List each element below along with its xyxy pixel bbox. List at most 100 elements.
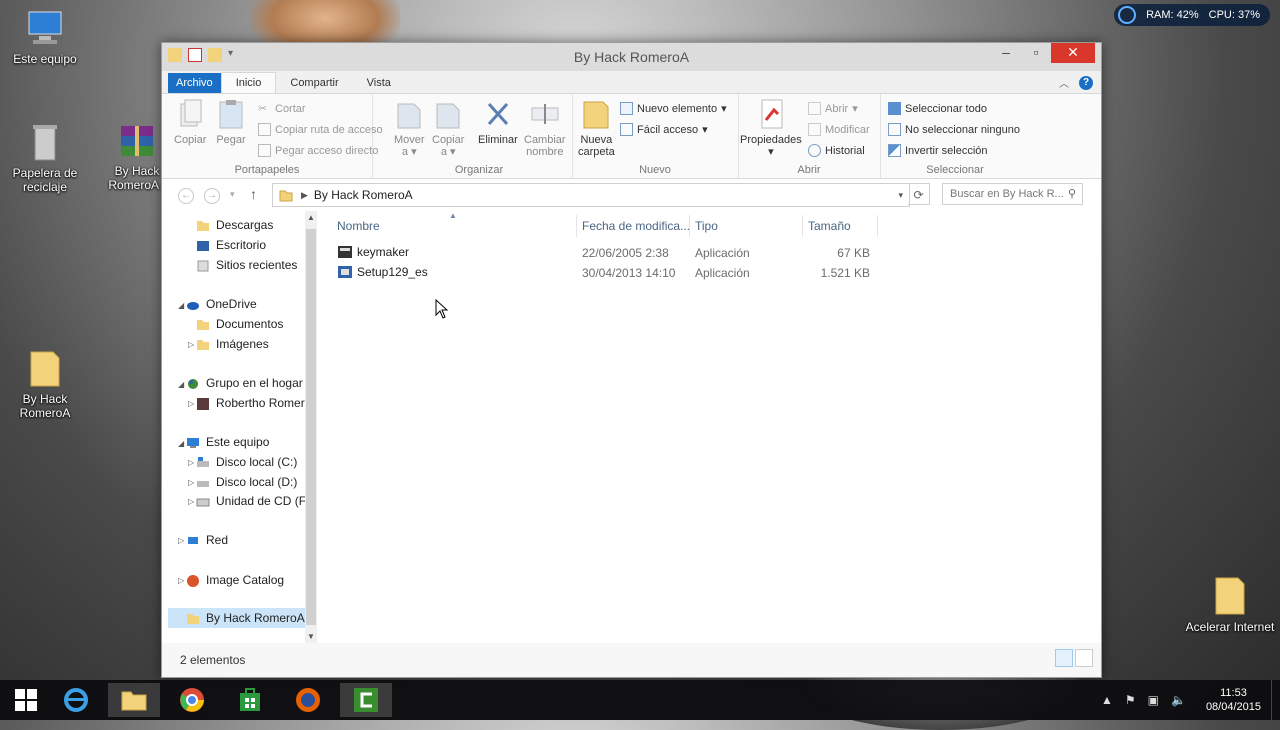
refresh-button[interactable]: ⟳ — [908, 183, 930, 205]
collapse-triangle-icon[interactable]: ▷ — [178, 536, 184, 545]
taskbar-file-explorer[interactable] — [108, 683, 160, 717]
chevron-up-icon[interactable]: ▲ — [1101, 693, 1113, 707]
invert-selection-button[interactable]: Invertir selección — [888, 144, 988, 157]
nav-item-by-hack-romeroa[interactable]: By Hack RomeroA — [168, 608, 305, 628]
history-button[interactable]: Historial — [808, 144, 865, 157]
maximize-button[interactable]: ▫ — [1021, 43, 1051, 63]
desktop-icon-este-equipo[interactable]: Este equipo — [0, 10, 90, 66]
forward-button[interactable]: → — [204, 188, 220, 204]
scroll-down-icon[interactable]: ▼ — [307, 632, 315, 641]
paste-button[interactable]: Pegar — [216, 98, 246, 146]
column-header-nombre[interactable]: Nombre — [337, 219, 380, 233]
new-item-button[interactable]: Nuevo elemento ▾ — [620, 102, 727, 115]
taskbar-internet-explorer[interactable] — [50, 683, 102, 717]
column-header-fecha[interactable]: Fecha de modifica... — [582, 219, 690, 233]
tab-vista[interactable]: Vista — [353, 73, 405, 93]
nav-item-imagenes[interactable]: Imágenes — [196, 337, 269, 351]
select-none-button[interactable]: No seleccionar ninguno — [888, 123, 1020, 136]
address-row: ← → ▾ ↑ ▶ By Hack RomeroA ▾ ⟳ Buscar en … — [162, 179, 1101, 211]
nav-scrollbar[interactable]: ▲ ▼ — [305, 211, 317, 643]
copy-button[interactable]: Copiar — [174, 98, 206, 146]
column-separator[interactable] — [576, 215, 577, 237]
nav-item-image-catalog[interactable]: Image Catalog — [186, 573, 284, 587]
scrollbar-thumb[interactable] — [306, 229, 316, 625]
taskbar-chrome[interactable] — [166, 683, 218, 717]
move-to-button[interactable]: Mover a ▾ — [394, 98, 425, 158]
details-view-button[interactable] — [1055, 649, 1073, 667]
taskbar-firefox[interactable] — [282, 683, 334, 717]
up-arrow-icon[interactable]: ↑ — [250, 186, 257, 202]
close-button[interactable]: ✕ — [1051, 43, 1095, 63]
back-button[interactable]: ← — [178, 188, 194, 204]
nav-item-sitios-recientes[interactable]: Sitios recientes — [196, 258, 297, 272]
select-all-button[interactable]: Seleccionar todo — [888, 102, 987, 115]
tab-inicio[interactable]: Inicio — [220, 72, 277, 93]
collapse-triangle-icon[interactable]: ▷ — [188, 340, 194, 349]
ribbon-tabs: Archivo Inicio Compartir Vista ︿ ? — [162, 71, 1101, 94]
column-header-tipo[interactable]: Tipo — [695, 219, 718, 233]
taskbar-camtasia[interactable] — [340, 683, 392, 717]
file-list: Nombre ▲ Fecha de modifica... Tipo Tamañ… — [329, 211, 1101, 643]
help-icon[interactable]: ? — [1079, 75, 1093, 90]
column-separator[interactable] — [689, 215, 690, 237]
tab-archivo[interactable]: Archivo — [168, 73, 221, 93]
tab-compartir[interactable]: Compartir — [276, 73, 352, 93]
edit-button[interactable]: Modificar — [808, 123, 870, 136]
collapse-triangle-icon[interactable]: ▷ — [188, 399, 194, 408]
open-button[interactable]: Abrir ▾ — [808, 102, 858, 115]
expand-triangle-icon[interactable]: ◢ — [178, 380, 184, 389]
start-button[interactable] — [0, 683, 52, 717]
chevron-down-icon[interactable]: ▾ — [898, 190, 903, 201]
desktop-icon-papelera[interactable]: Papelera de reciclaje — [0, 122, 90, 194]
table-row[interactable]: Setup129_es 30/04/2013 14:10 Aplicación … — [329, 263, 889, 283]
expand-triangle-icon[interactable]: ◢ — [178, 301, 184, 310]
recent-locations-icon[interactable]: ▾ — [230, 189, 235, 200]
delete-button[interactable]: Eliminar — [478, 98, 518, 146]
nav-item-documentos[interactable]: Documentos — [196, 317, 283, 331]
nav-item-escritorio[interactable]: Escritorio — [196, 238, 266, 252]
copy-path-button[interactable]: Copiar ruta de acceso — [258, 123, 383, 136]
breadcrumb-current[interactable]: By Hack RomeroA — [314, 188, 413, 202]
table-row[interactable]: keymaker 22/06/2005 2:38 Aplicación 67 K… — [329, 243, 889, 263]
nav-item-usuario[interactable]: Robertho Romero — [196, 396, 307, 410]
copy-to-button[interactable]: Copiar a ▾ — [432, 98, 464, 158]
properties-button[interactable]: Propiedades ▾ — [740, 98, 802, 158]
volume-icon[interactable]: 🔈 — [1171, 693, 1186, 707]
nav-item-red[interactable]: Red — [186, 533, 228, 547]
network-icon[interactable]: ▣ — [1148, 693, 1159, 707]
column-separator[interactable] — [877, 215, 878, 237]
taskbar-store[interactable] — [224, 683, 276, 717]
expand-triangle-icon[interactable]: ◢ — [178, 439, 184, 448]
copy-to-icon — [436, 103, 460, 129]
scroll-up-icon[interactable]: ▲ — [307, 213, 315, 222]
column-separator[interactable] — [802, 215, 803, 237]
drive-icon — [197, 456, 209, 467]
nav-item-disco-c[interactable]: Disco local (C:) — [196, 455, 297, 469]
collapse-triangle-icon[interactable]: ▷ — [188, 458, 194, 467]
nav-item-onedrive[interactable]: OneDrive — [186, 297, 257, 311]
easy-access-button[interactable]: Fácil acceso ▾ — [620, 123, 708, 136]
nav-item-este-equipo[interactable]: Este equipo — [186, 435, 269, 449]
cut-button[interactable]: ✂ Cortar — [258, 102, 306, 116]
collapse-triangle-icon[interactable]: ▷ — [188, 478, 194, 487]
nav-item-disco-d[interactable]: Disco local (D:) — [196, 475, 297, 489]
nav-item-unidad-cd[interactable]: Unidad de CD (F:) — [196, 494, 307, 508]
rename-button[interactable]: Cambiar nombre — [524, 98, 566, 158]
desktop-icon-folder[interactable]: By Hack RomeroA — [0, 348, 90, 420]
collapse-triangle-icon[interactable]: ▷ — [178, 576, 184, 585]
paste-shortcut-button[interactable]: Pegar acceso directo — [258, 144, 378, 157]
new-folder-button[interactable]: Nueva carpeta — [578, 98, 615, 158]
show-desktop-button[interactable] — [1271, 680, 1280, 720]
nav-item-descargas[interactable]: Descargas — [196, 218, 273, 232]
search-input[interactable]: Buscar en By Hack R... ⚲ — [942, 183, 1083, 205]
nav-item-grupo-hogar[interactable]: Grupo en el hogar — [186, 376, 303, 390]
minimize-button[interactable]: – — [991, 43, 1021, 63]
clock[interactable]: 11:53 08/04/2015 — [1206, 686, 1261, 714]
large-icons-view-button[interactable] — [1075, 649, 1093, 667]
desktop-icon-acelerar[interactable]: Acelerar Internet — [1182, 574, 1278, 634]
address-bar[interactable]: ▶ By Hack RomeroA ▾ — [272, 183, 910, 207]
column-header-tamano[interactable]: Tamaño — [808, 219, 851, 233]
collapse-triangle-icon[interactable]: ▷ — [188, 497, 194, 506]
flag-icon[interactable]: ⚑ — [1125, 693, 1136, 707]
chevron-up-icon[interactable]: ︿ — [1059, 75, 1069, 90]
